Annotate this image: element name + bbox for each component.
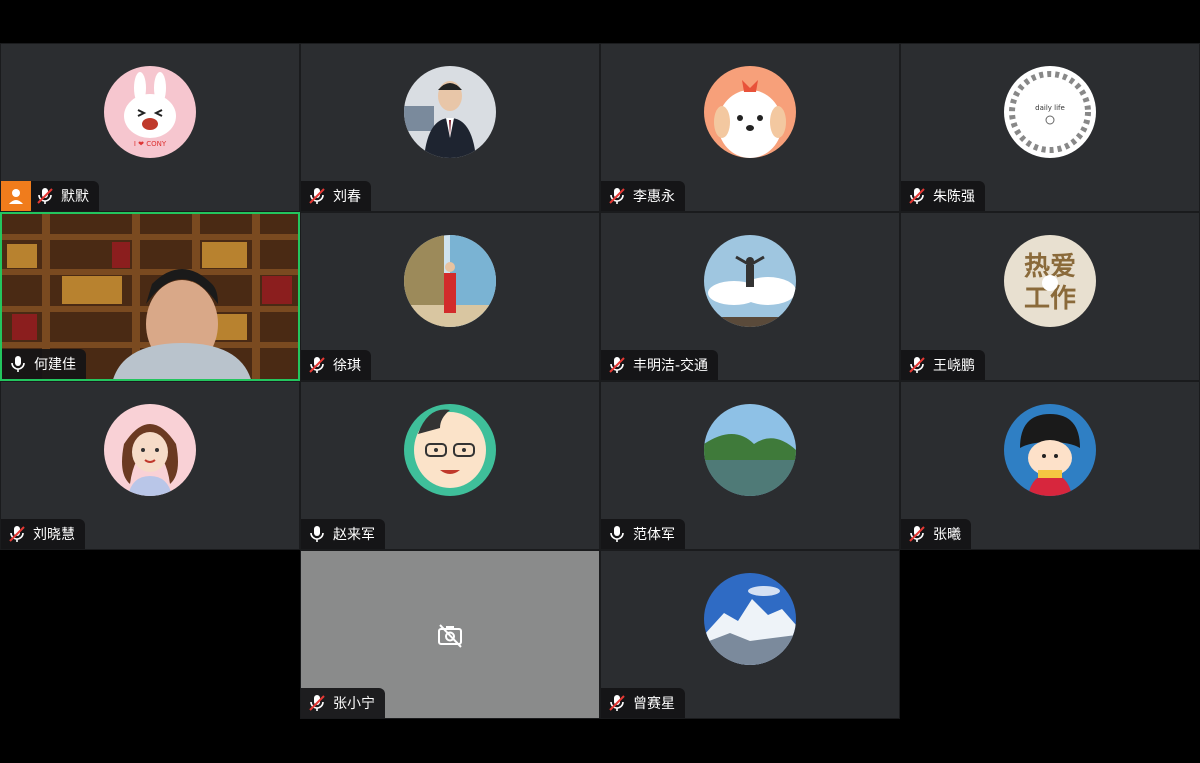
avatar <box>704 404 796 496</box>
avatar <box>704 66 796 158</box>
avatar <box>704 235 796 327</box>
mic-muted-icon[interactable] <box>907 186 927 206</box>
avatar-caption: daily life <box>1035 104 1065 112</box>
mic-muted-icon[interactable] <box>307 693 327 713</box>
host-badge <box>1 181 31 211</box>
participant-tile[interactable]: 刘春 <box>300 43 600 212</box>
participant-label: 王峣鹏 <box>901 350 985 380</box>
participant-tile[interactable]: 刘晓慧 <box>0 381 300 550</box>
participant-label: 张曦 <box>901 519 971 549</box>
avatar <box>404 404 496 496</box>
participant-tile[interactable]: I ❤ CONY 默默 <box>0 43 300 212</box>
mic-muted-icon[interactable] <box>607 693 627 713</box>
participant-label: 丰明洁-交通 <box>601 350 719 380</box>
mic-muted-icon[interactable] <box>607 186 627 206</box>
participant-name: 刘春 <box>333 189 361 205</box>
participant-name: 朱陈强 <box>933 189 975 205</box>
avatar: 热爱 工作 <box>1004 235 1096 327</box>
participant-label: 李惠永 <box>601 181 685 211</box>
participant-label: 何建佳 <box>2 349 86 379</box>
mic-muted-icon[interactable] <box>907 524 927 544</box>
participant-name: 默默 <box>61 189 89 205</box>
participant-name: 王峣鹏 <box>933 358 975 374</box>
participant-name: 何建佳 <box>34 357 76 373</box>
participant-name: 赵来军 <box>333 527 375 543</box>
avatar <box>1004 404 1096 496</box>
participant-name: 丰明洁-交通 <box>633 358 709 374</box>
participant-label: 刘晓慧 <box>1 519 85 549</box>
avatar <box>404 235 496 327</box>
mic-muted-icon[interactable] <box>307 186 327 206</box>
participant-tile[interactable]: 张曦 <box>900 381 1200 550</box>
participant-tile[interactable]: 张小宁 <box>300 550 600 719</box>
participant-label: 默默 <box>1 181 99 211</box>
participant-tile[interactable]: 丰明洁-交通 <box>600 212 900 381</box>
participant-tile[interactable]: 李惠永 <box>600 43 900 212</box>
mic-muted-icon[interactable] <box>35 186 55 206</box>
participant-tile[interactable]: 徐琪 <box>300 212 600 381</box>
participant-name: 张曦 <box>933 527 961 543</box>
participant-label: 张小宁 <box>301 688 385 718</box>
participant-name: 李惠永 <box>633 189 675 205</box>
mic-muted-icon[interactable] <box>307 355 327 375</box>
avatar: I ❤ CONY <box>104 66 196 158</box>
host-icon <box>9 189 23 204</box>
participant-tile[interactable]: 曾赛星 <box>600 550 900 719</box>
participant-name: 徐琪 <box>333 358 361 374</box>
mic-icon[interactable] <box>8 354 28 374</box>
avatar-caption: I ❤ CONY <box>134 140 167 148</box>
mic-muted-icon[interactable] <box>907 355 927 375</box>
participant-tile[interactable]: daily life 朱陈强 <box>900 43 1200 212</box>
participant-label: 徐琪 <box>301 350 371 380</box>
participant-label: 范体军 <box>601 519 685 549</box>
active-speaker-tile[interactable]: 何建佳 <box>0 212 300 381</box>
participant-tile[interactable]: 热爱 工作 王峣鹏 <box>900 212 1200 381</box>
participant-label: 赵来军 <box>301 519 385 549</box>
mic-icon[interactable] <box>607 524 627 544</box>
participant-name: 曾赛星 <box>633 696 675 712</box>
participant-label: 刘春 <box>301 181 371 211</box>
participant-tile[interactable]: 赵来军 <box>300 381 600 550</box>
participant-label: 朱陈强 <box>901 181 985 211</box>
mic-icon[interactable] <box>307 524 327 544</box>
avatar <box>404 66 496 158</box>
mic-muted-icon[interactable] <box>607 355 627 375</box>
participant-name: 张小宁 <box>333 696 375 712</box>
participant-name: 刘晓慧 <box>33 527 75 543</box>
avatar <box>104 404 196 496</box>
avatar <box>704 573 796 665</box>
participant-label: 曾赛星 <box>601 688 685 718</box>
participant-name: 范体军 <box>633 527 675 543</box>
participant-tile[interactable]: 范体军 <box>600 381 900 550</box>
mic-muted-icon[interactable] <box>7 524 27 544</box>
avatar: daily life <box>1004 66 1096 158</box>
camera-off-icon <box>438 623 462 648</box>
